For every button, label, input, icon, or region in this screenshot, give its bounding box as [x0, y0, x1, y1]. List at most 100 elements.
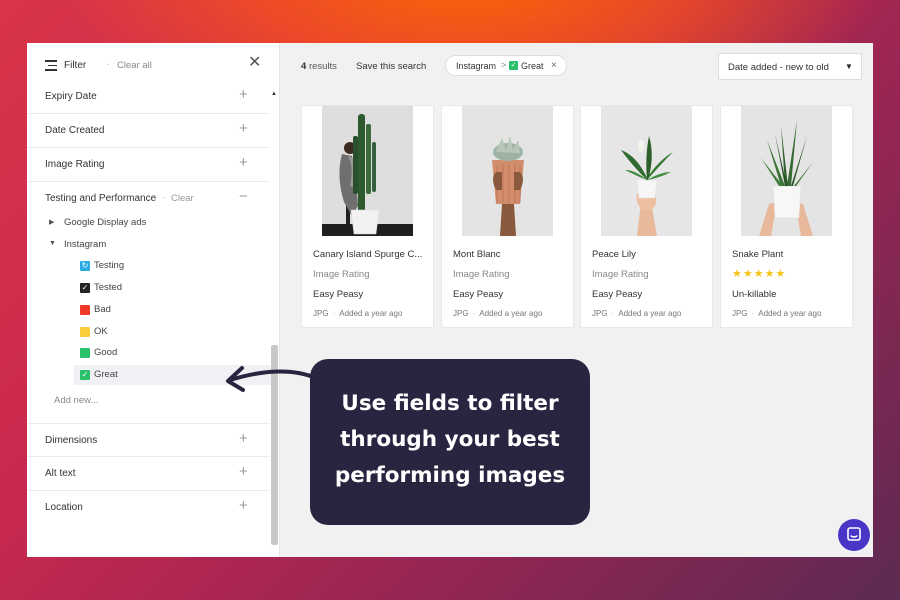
- image-thumbnail[interactable]: [601, 106, 692, 236]
- image-thumbnail[interactable]: [462, 106, 553, 236]
- close-icon[interactable]: ✕: [248, 55, 261, 71]
- expand-plus-icon[interactable]: +: [239, 431, 248, 446]
- tree-item-google-display-ads[interactable]: ▶ Google Display ads: [49, 217, 249, 231]
- option-label: Tested: [94, 282, 122, 293]
- option-testing[interactable]: ↻ Testing: [74, 256, 274, 276]
- section-location[interactable]: Location +: [27, 491, 270, 525]
- section-testing-performance[interactable]: Testing and Performance · Clear −: [27, 182, 270, 216]
- tree-item-label: Google Display ads: [64, 217, 147, 228]
- image-card[interactable]: Mont Blanc Image Rating Easy Peasy JPG · A…: [441, 105, 574, 328]
- caret-down-icon: ▼: [845, 62, 853, 71]
- clear-all-link[interactable]: Clear all: [117, 60, 152, 71]
- section-label: Location: [45, 502, 83, 513]
- chevron-down-icon[interactable]: ▼: [49, 240, 56, 247]
- option-label: Testing: [94, 260, 125, 271]
- expand-plus-icon[interactable]: +: [239, 87, 248, 102]
- check-icon[interactable]: ✓: [80, 283, 90, 293]
- callout-line: through your best: [340, 427, 560, 452]
- separator-dot: ·: [611, 309, 615, 318]
- section-label: Alt text: [45, 468, 76, 479]
- image-thumbnail[interactable]: [322, 106, 413, 236]
- expand-plus-icon[interactable]: +: [239, 498, 248, 513]
- marketing-callout: Use fields to filter through your best p…: [310, 359, 590, 525]
- card-title: Snake Plant: [732, 249, 784, 260]
- card-title: Peace Lily: [592, 249, 636, 260]
- active-filter-chip[interactable]: Instagram > ✓ Great ×: [445, 55, 567, 76]
- card-tag: Easy Peasy: [592, 289, 643, 300]
- clear-section-link[interactable]: Clear: [171, 193, 194, 204]
- section-expiry-date[interactable]: Expiry Date +: [27, 80, 270, 114]
- callout-line: Use fields to filter: [341, 391, 559, 416]
- image-thumbnail[interactable]: [741, 106, 832, 236]
- expand-plus-icon[interactable]: +: [239, 464, 248, 479]
- refresh-icon[interactable]: ↻: [80, 261, 90, 271]
- separator-dot: ·: [332, 309, 336, 318]
- section-image-rating[interactable]: Image Rating +: [27, 148, 270, 182]
- card-format: JPG: [453, 309, 469, 318]
- card-title: Mont Blanc: [453, 249, 501, 260]
- check-icon[interactable]: ✓: [80, 370, 90, 380]
- card-tag: Un-killable: [732, 289, 777, 300]
- card-meta: JPG · Added a year ago: [592, 309, 681, 318]
- section-label: Testing and Performance: [45, 193, 157, 204]
- option-label: OK: [94, 326, 108, 337]
- filter-icon: [45, 60, 57, 71]
- option-tested[interactable]: ✓ Tested: [74, 278, 274, 298]
- separator-dot: ·: [472, 309, 476, 318]
- card-rating-label: Image Rating: [592, 269, 649, 280]
- option-ok[interactable]: OK: [74, 322, 274, 342]
- chevron-right-icon: >: [501, 60, 507, 70]
- chat-icon: [847, 527, 861, 541]
- card-tag: Easy Peasy: [313, 289, 364, 300]
- add-new-link[interactable]: Add new...: [54, 395, 98, 406]
- section-dimensions[interactable]: Dimensions +: [27, 423, 270, 457]
- card-format: JPG: [732, 309, 748, 318]
- section-label: Date Created: [45, 125, 105, 136]
- expand-plus-icon[interactable]: +: [239, 155, 248, 170]
- save-search-link[interactable]: Save this search: [356, 61, 426, 72]
- results-label: results: [308, 61, 337, 72]
- card-rating-label: Image Rating: [313, 269, 370, 280]
- image-card[interactable]: Peace Lily Image Rating Easy Peasy JPG · A…: [580, 105, 713, 328]
- sort-dropdown[interactable]: Date added - new to old ▼: [718, 53, 862, 80]
- section-label: Expiry Date: [45, 91, 97, 102]
- star-rating[interactable]: ★★★★★: [732, 267, 786, 280]
- image-card[interactable]: Canary Island Spurge C... Image Rating E…: [301, 105, 434, 328]
- color-swatch-red[interactable]: [80, 305, 90, 315]
- chip-label-value: Great: [521, 61, 544, 71]
- option-bad[interactable]: Bad: [74, 300, 274, 320]
- section-date-created[interactable]: Date Created +: [27, 114, 270, 148]
- image-card[interactable]: Snake Plant ★★★★★ Un-killable JPG · Added …: [720, 105, 853, 328]
- tree-item-instagram[interactable]: ▼ Instagram: [49, 239, 249, 253]
- card-added: Added a year ago: [758, 309, 822, 318]
- filter-sidebar: Filter · Clear all ✕ ▲ Expiry Date + Dat…: [27, 43, 280, 557]
- option-label: Good: [94, 347, 118, 358]
- card-tag: Easy Peasy: [453, 289, 504, 300]
- section-label: Image Rating: [45, 159, 105, 170]
- scroll-up-icon[interactable]: ▲: [271, 91, 277, 97]
- card-added: Added a year ago: [618, 309, 682, 318]
- card-title: Canary Island Spurge C...: [313, 249, 423, 260]
- results-count: 4 results: [301, 61, 337, 72]
- separator-dot: ·: [106, 59, 110, 70]
- results-toolbar: 4 results Save this search Instagram > ✓…: [281, 43, 873, 91]
- card-rating-label: Image Rating: [453, 269, 510, 280]
- color-swatch-green[interactable]: [80, 348, 90, 358]
- remove-filter-icon[interactable]: ×: [551, 60, 557, 71]
- section-alt-text[interactable]: Alt text +: [27, 457, 270, 491]
- option-label: Bad: [94, 304, 111, 315]
- card-format: JPG: [313, 309, 329, 318]
- collapse-minus-icon[interactable]: −: [239, 189, 248, 204]
- color-swatch-yellow[interactable]: [80, 327, 90, 337]
- chevron-right-icon[interactable]: ▶: [49, 218, 54, 226]
- chat-launcher-button[interactable]: [838, 519, 870, 551]
- card-added: Added a year ago: [479, 309, 543, 318]
- card-meta: JPG · Added a year ago: [732, 309, 821, 318]
- section-label: Dimensions: [45, 435, 98, 446]
- filter-title: Filter: [64, 60, 87, 71]
- check-icon: ✓: [509, 61, 518, 70]
- expand-plus-icon[interactable]: +: [239, 121, 248, 136]
- sort-label: Date added - new to old: [728, 62, 829, 73]
- card-format: JPG: [592, 309, 608, 318]
- callout-line: performing images: [334, 463, 566, 488]
